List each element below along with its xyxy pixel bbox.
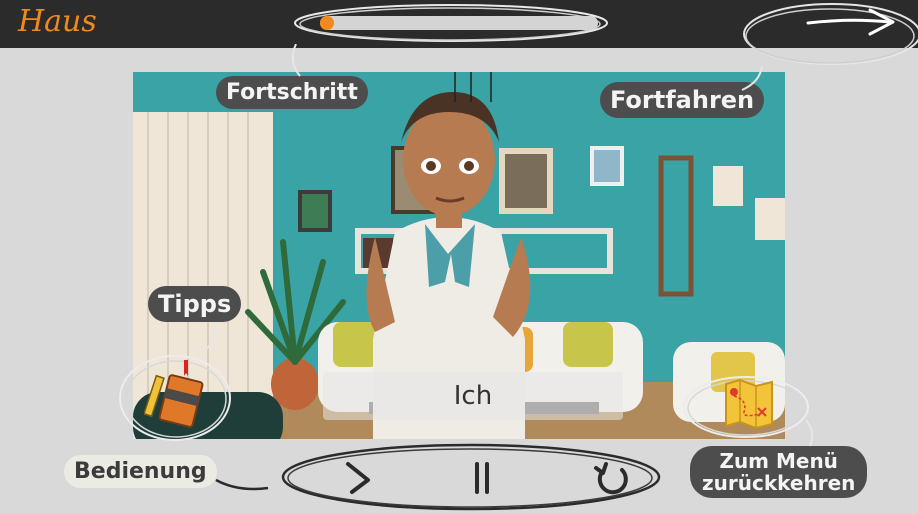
top-bar: Haus <box>0 0 918 65</box>
controls-connector <box>215 478 269 491</box>
map-icon[interactable] <box>724 378 774 430</box>
label-progress: Fortschritt <box>216 76 368 109</box>
subtitle-caption: Ich <box>323 372 623 420</box>
continue-connector <box>741 66 763 91</box>
label-menu-line2: zurückkehren <box>702 471 856 495</box>
arrow-right-icon[interactable] <box>800 6 900 40</box>
replay-icon[interactable] <box>592 458 632 498</box>
label-tips: Tipps <box>148 286 242 322</box>
progress-bar[interactable] <box>320 16 598 30</box>
progress-knob[interactable] <box>320 16 334 30</box>
progress-connector <box>291 44 301 77</box>
menu-connector <box>805 420 814 447</box>
app-logo: Haus <box>18 4 97 39</box>
notebook-pencil-icon[interactable] <box>144 360 204 430</box>
play-icon[interactable] <box>338 458 378 498</box>
pause-icon[interactable] <box>462 458 502 498</box>
label-menu-line1: Zum Menü <box>719 449 838 473</box>
label-menu: Zum Menü zurückkehren <box>690 446 868 498</box>
label-controls: Bedienung <box>64 455 217 488</box>
